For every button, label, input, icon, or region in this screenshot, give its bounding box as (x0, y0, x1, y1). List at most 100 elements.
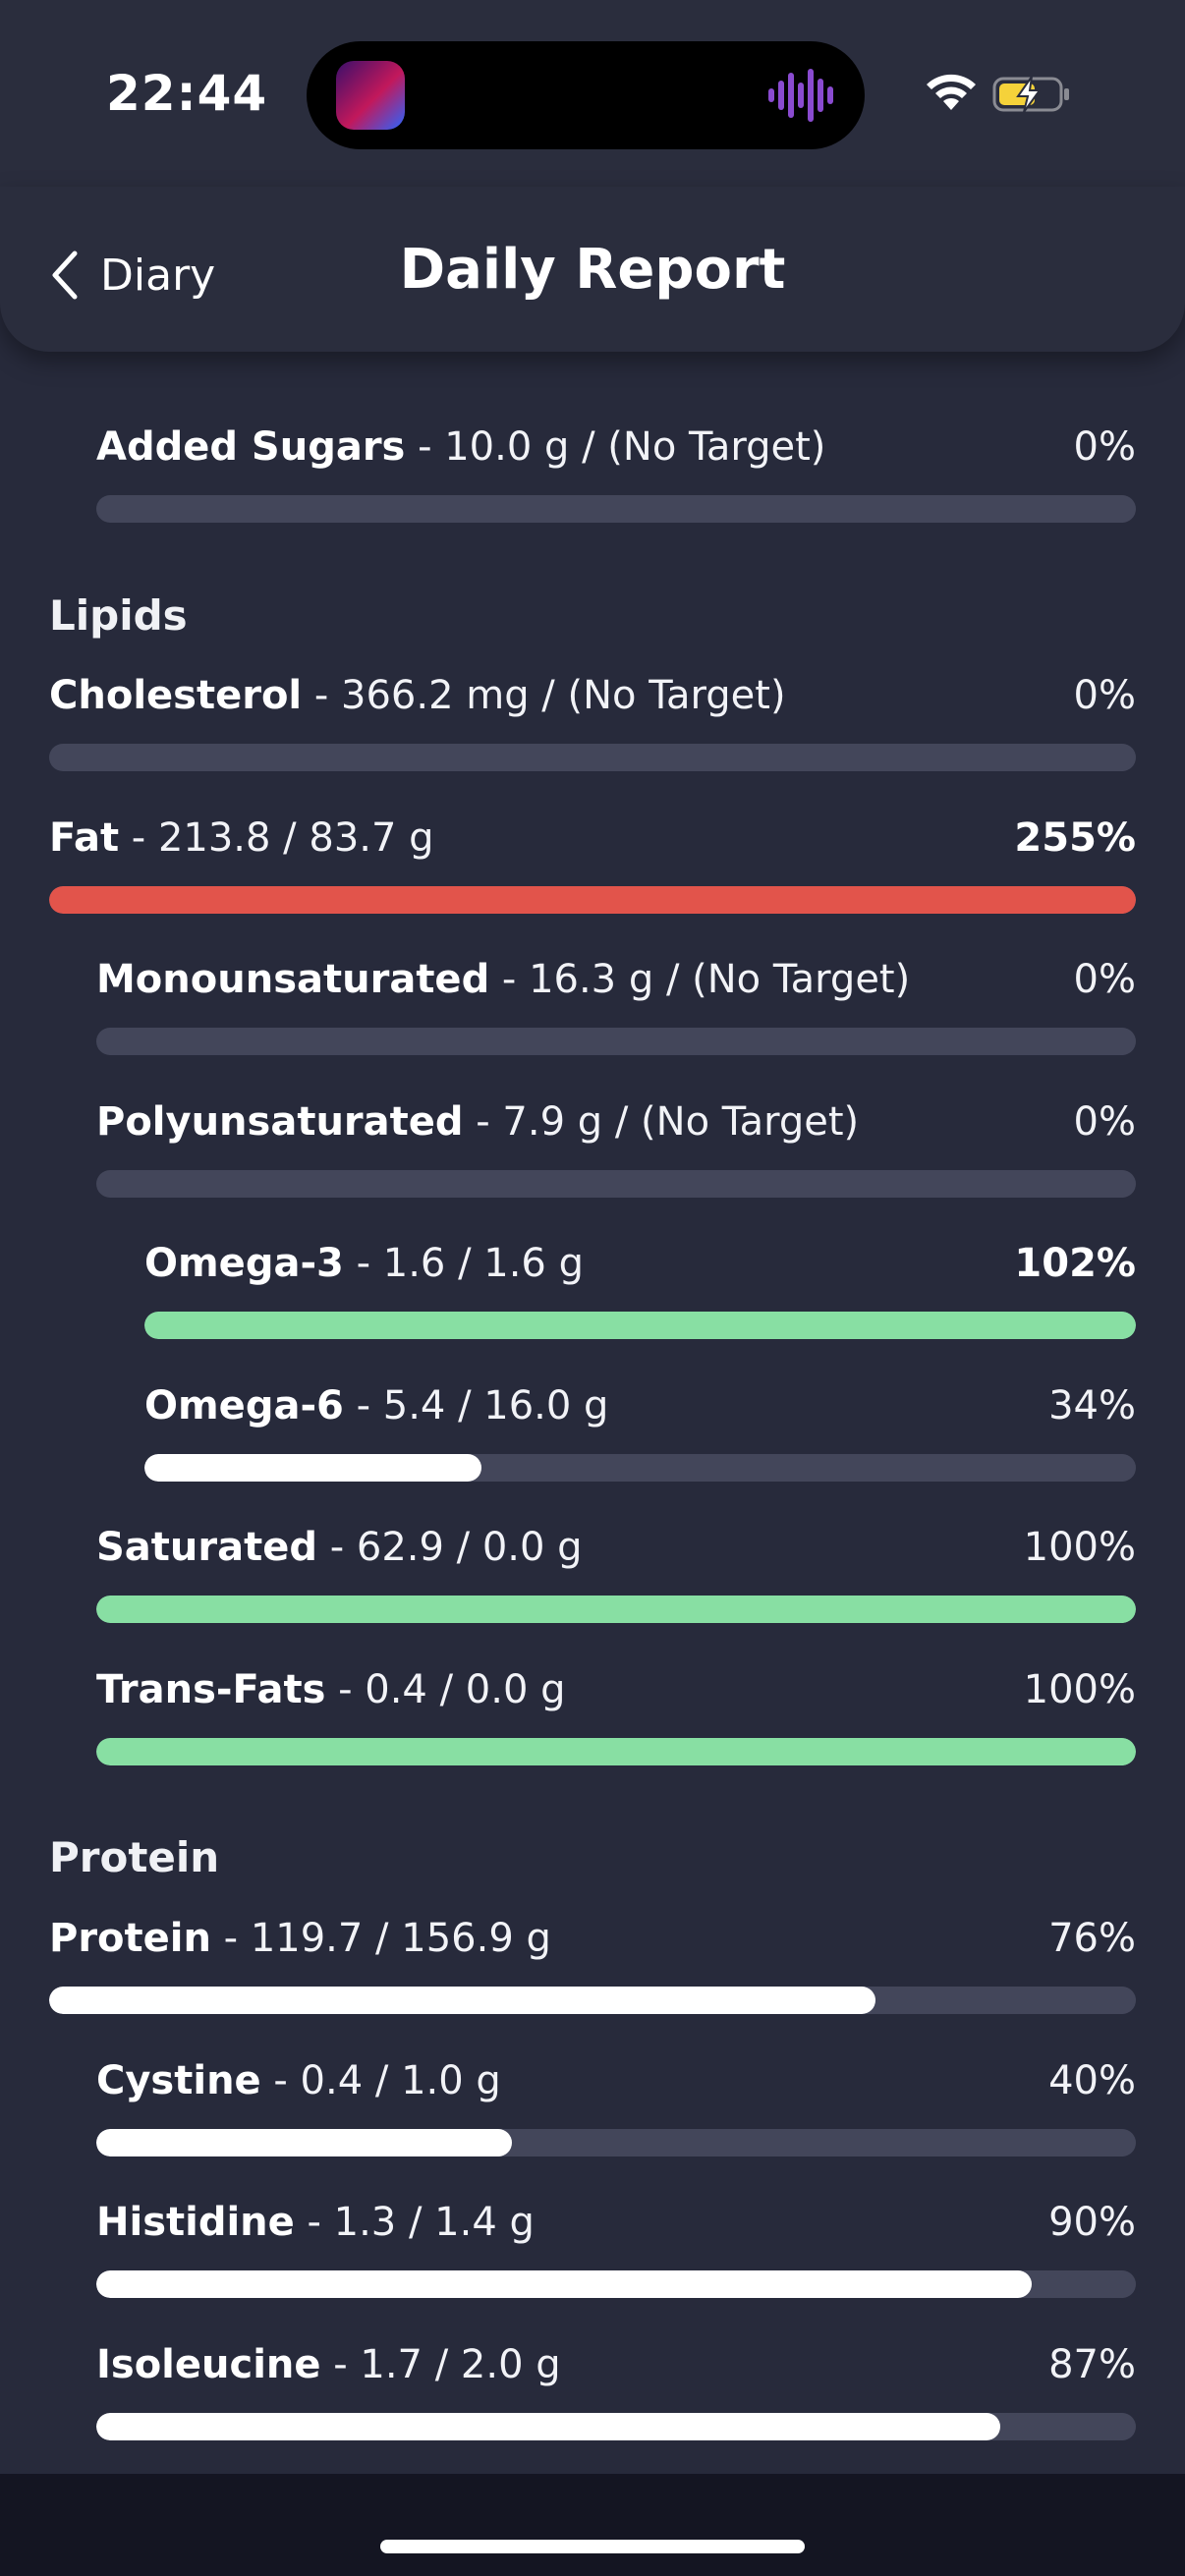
progress-track (96, 495, 1136, 523)
report-list[interactable]: Added Sugars - 10.0 g / (No Target) 0% L… (0, 295, 1185, 2476)
nutrient-percent: 100% (1023, 1667, 1136, 1712)
page-title: Daily Report (399, 238, 786, 302)
nutrient-row: Cystine - 0.4 / 1.0 g 40% (96, 2058, 1136, 2156)
nutrient-label: Histidine - 1.3 / 1.4 g (96, 2200, 535, 2245)
section-header-protein: Protein (49, 1833, 220, 1881)
progress-fill (96, 2129, 513, 2156)
nutrient-percent: 34% (1048, 1383, 1136, 1428)
nutrient-amount: - 0.4 / 1.0 g (260, 2058, 501, 2103)
nutrient-name: Saturated (96, 1525, 317, 1570)
nutrient-amount: - 16.3 g / (No Target) (489, 957, 911, 1002)
nutrient-row: Protein - 119.7 / 156.9 g 76% (49, 1916, 1136, 2014)
app-icon (336, 61, 405, 130)
nutrient-name: Omega-6 (144, 1383, 344, 1428)
section-header-lipids: Lipids (49, 591, 188, 640)
progress-track (96, 2270, 1136, 2298)
nutrient-name: Isoleucine (96, 2342, 321, 2387)
nutrient-label: Monounsaturated - 16.3 g / (No Target) (96, 957, 910, 1002)
nutrient-name: Cholesterol (49, 673, 303, 718)
nutrient-amount: - 5.4 / 16.0 g (343, 1383, 609, 1428)
nav-header: Diary Daily Report (0, 187, 1185, 352)
nutrient-label: Isoleucine - 1.7 / 2.0 g (96, 2342, 561, 2387)
nutrient-name: Fat (49, 815, 120, 861)
nutrient-amount: - 1.3 / 1.4 g (294, 2200, 535, 2245)
nutrient-percent: 0% (1073, 673, 1136, 718)
nutrient-amount: - 213.8 / 83.7 g (119, 815, 434, 861)
nutrient-percent: 40% (1048, 2058, 1136, 2103)
progress-track (49, 1987, 1136, 2014)
nutrient-label: Polyunsaturated - 7.9 g / (No Target) (96, 1099, 859, 1145)
nutrient-row: Trans-Fats - 0.4 / 0.0 g 100% (96, 1667, 1136, 1765)
progress-fill (96, 2413, 1001, 2440)
nutrient-label: Fat - 213.8 / 83.7 g (49, 815, 434, 861)
audio-wave-icon (768, 69, 833, 122)
progress-track (96, 1170, 1136, 1198)
nutrient-name: Cystine (96, 2058, 261, 2103)
nutrient-name: Omega-3 (144, 1241, 344, 1286)
nutrient-amount: - 119.7 / 156.9 g (210, 1916, 551, 1961)
progress-track (96, 1738, 1136, 1765)
progress-track (144, 1454, 1136, 1482)
nutrient-name: Monounsaturated (96, 957, 490, 1002)
wifi-icon (927, 74, 976, 110)
progress-track (96, 1028, 1136, 1055)
progress-fill (144, 1312, 1136, 1339)
nutrient-row: Cholesterol - 366.2 mg / (No Target) 0% (49, 673, 1136, 771)
nutrient-row: Omega-3 - 1.6 / 1.6 g 102% (144, 1241, 1136, 1339)
nutrient-percent: 76% (1048, 1916, 1136, 1961)
nutrient-label: Omega-3 - 1.6 / 1.6 g (144, 1241, 584, 1286)
nutrient-percent: 87% (1048, 2342, 1136, 2387)
nutrient-percent: 0% (1073, 424, 1136, 470)
nutrient-label: Added Sugars - 10.0 g / (No Target) (96, 424, 825, 470)
nutrient-percent: 102% (1014, 1241, 1136, 1286)
progress-track (144, 1312, 1136, 1339)
progress-track (96, 2413, 1136, 2440)
status-time: 22:44 (106, 65, 268, 122)
nutrient-row: Omega-6 - 5.4 / 16.0 g 34% (144, 1383, 1136, 1482)
nutrient-percent: 90% (1048, 2200, 1136, 2245)
nutrient-name: Histidine (96, 2200, 295, 2245)
nutrient-amount: - 1.6 / 1.6 g (343, 1241, 584, 1286)
nutrient-row: Isoleucine - 1.7 / 2.0 g 87% (96, 2342, 1136, 2440)
progress-fill (49, 886, 1136, 914)
nutrient-label: Saturated - 62.9 / 0.0 g (96, 1525, 583, 1570)
progress-track (49, 886, 1136, 914)
nutrient-row: Histidine - 1.3 / 1.4 g 90% (96, 2200, 1136, 2298)
progress-track (96, 2129, 1136, 2156)
progress-fill (96, 1738, 1136, 1765)
nutrient-row: Polyunsaturated - 7.9 g / (No Target) 0% (96, 1099, 1136, 1198)
nutrient-amount: - 7.9 g / (No Target) (463, 1099, 860, 1145)
progress-fill (144, 1454, 482, 1482)
nutrient-label: Omega-6 - 5.4 / 16.0 g (144, 1383, 608, 1428)
nutrient-name: Polyunsaturated (96, 1099, 464, 1145)
home-indicator-area (0, 2474, 1185, 2576)
nutrient-row: Saturated - 62.9 / 0.0 g 100% (96, 1525, 1136, 1623)
dynamic-island (307, 41, 865, 149)
nutrient-percent: 0% (1073, 957, 1136, 1002)
status-bar: 22:44 (0, 0, 1185, 187)
progress-fill (96, 2270, 1033, 2298)
nutrient-name: Protein (49, 1916, 211, 1961)
nutrient-row: Fat - 213.8 / 83.7 g 255% (49, 815, 1136, 914)
nutrient-percent: 255% (1014, 815, 1136, 861)
progress-fill (49, 1987, 875, 2014)
nutrient-name: Added Sugars (96, 424, 406, 470)
nutrient-amount: - 62.9 / 0.0 g (317, 1525, 583, 1570)
home-indicator[interactable] (380, 2540, 805, 2553)
nutrient-label: Protein - 119.7 / 156.9 g (49, 1916, 551, 1961)
nutrient-amount: - 0.4 / 0.0 g (325, 1667, 566, 1712)
nutrient-amount: - 10.0 g / (No Target) (405, 424, 826, 470)
nutrient-amount: - 366.2 mg / (No Target) (302, 673, 786, 718)
nutrient-label: Cholesterol - 366.2 mg / (No Target) (49, 673, 786, 718)
nutrient-row: Monounsaturated - 16.3 g / (No Target) 0… (96, 957, 1136, 1055)
progress-track (96, 1596, 1136, 1623)
progress-fill (96, 1596, 1136, 1623)
nutrient-name: Trans-Fats (96, 1667, 326, 1712)
nutrient-percent: 100% (1023, 1525, 1136, 1570)
nutrient-percent: 0% (1073, 1099, 1136, 1145)
nutrient-label: Cystine - 0.4 / 1.0 g (96, 2058, 501, 2103)
nutrient-label: Trans-Fats - 0.4 / 0.0 g (96, 1667, 566, 1712)
nutrient-row: Added Sugars - 10.0 g / (No Target) 0% (96, 424, 1136, 523)
nutrient-amount: - 1.7 / 2.0 g (320, 2342, 561, 2387)
battery-charging-icon (992, 76, 1069, 113)
